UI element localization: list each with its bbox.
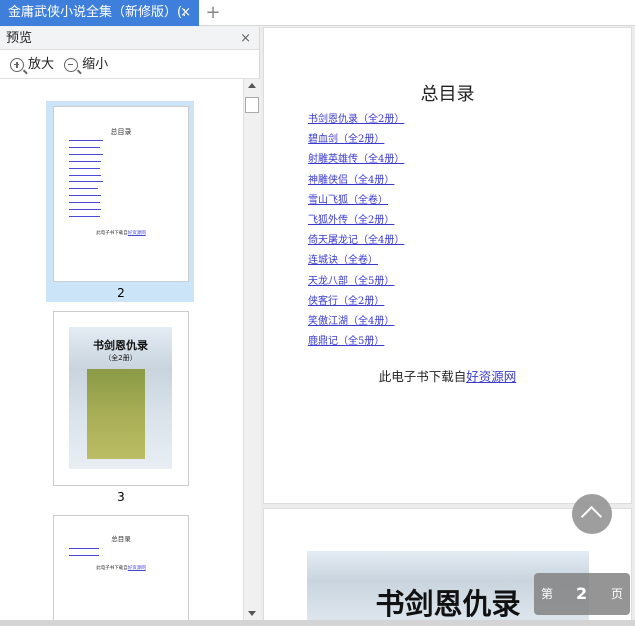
thumb-link <box>69 548 99 549</box>
page-title: 总目录 <box>420 84 475 105</box>
document-tab[interactable]: 金庸武侠小说全集（新修版）(: × <box>0 0 199 26</box>
preview-panel: 预览 × 放大 缩小 总目录 此电子书下载自好资源网 2 书剑恩仇录 （全2册） … <box>0 27 260 620</box>
tab-bar: 金庸武侠小说全集（新修版）(: × + <box>0 0 635 26</box>
thumbnail-page-3[interactable]: 书剑恩仇录 （全2册） <box>53 311 189 486</box>
toc-link[interactable]: 连城诀（全卷） <box>308 251 378 266</box>
close-tab-icon[interactable]: × <box>180 0 191 26</box>
document-view: 总目录 书剑恩仇录（全2册） 碧血剑（全2册） 射雕英雄传（全4册） 神雕侠侣（全4册… <box>261 27 635 620</box>
current-page: 2 <box>576 584 588 603</box>
thumbnail-label: 2 <box>117 286 125 300</box>
page-indicator: 第 2 页 <box>534 573 630 615</box>
toc-link[interactable]: 倚天屠龙记（全4册） <box>308 231 404 246</box>
thumbnail-label: 3 <box>117 490 125 504</box>
document-page-2: 总目录 书剑恩仇录（全2册） 碧血剑（全2册） 射雕英雄传（全4册） 神雕侠侣（全4册… <box>263 27 632 504</box>
thumb-link <box>69 202 100 204</box>
toc-link[interactable]: 神雕侠侣（全4册） <box>308 171 394 186</box>
toc-link[interactable]: 飞狐外传（全2册） <box>308 211 394 226</box>
thumb-link <box>69 181 103 183</box>
book-box-image <box>87 369 145 459</box>
tab-title: 金庸武侠小说全集（新修版）(: <box>8 5 187 20</box>
close-preview-icon[interactable]: × <box>240 27 251 50</box>
thumb-title: 总目录 <box>111 535 131 543</box>
thumb-link <box>69 195 102 197</box>
scroll-down-icon[interactable] <box>248 611 256 616</box>
toc-link[interactable]: 天龙八部（全5册） <box>308 272 394 287</box>
zoom-in-label: 放大 <box>28 57 55 72</box>
thumb-link <box>69 146 100 148</box>
toc-link[interactable]: 碧血剑（全2册） <box>308 130 384 145</box>
scroll-up-icon[interactable] <box>248 83 256 88</box>
thumb-link <box>69 188 99 190</box>
toc-link[interactable]: 书剑恩仇录（全2册） <box>308 110 404 125</box>
preview-title: 预览 <box>6 31 33 46</box>
toc-link[interactable]: 鹿鼎记（全5册） <box>308 332 384 347</box>
toc-link[interactable]: 笑傲江湖（全4册） <box>308 312 394 327</box>
zoom-out-label: 缩小 <box>82 57 109 72</box>
thumb-link <box>69 140 103 141</box>
thumb-link <box>69 555 99 556</box>
thumbnail-list: 总目录 此电子书下载自好资源网 2 书剑恩仇录 （全2册） 3 总目录 此电子书… <box>0 79 243 620</box>
page-footer: 此电子书下载自好资源网 <box>264 366 631 385</box>
thumbnail-page-4[interactable]: 总目录 此电子书下载自好资源网 <box>53 515 189 620</box>
toc-link[interactable]: 雪山飞狐（全卷） <box>308 191 388 206</box>
footer-text: 此电子书下载自 <box>378 369 467 384</box>
zoom-in-button[interactable]: 放大 <box>10 50 54 79</box>
thumb-footer: 此电子书下载自好资源网 <box>96 231 146 236</box>
thumb-link <box>69 215 100 217</box>
thumb-link <box>69 167 100 169</box>
zoom-in-icon <box>10 57 24 72</box>
cover-subtitle: （全2册） <box>104 354 137 362</box>
thumb-title: 总目录 <box>110 128 132 136</box>
thumbnail-page-2[interactable]: 总目录 此电子书下载自好资源网 <box>53 106 189 282</box>
new-tab-button[interactable]: + <box>204 0 222 26</box>
thumbnail-scrollbar[interactable] <box>243 79 260 620</box>
thumb-link <box>69 174 102 176</box>
page-prefix: 第 <box>541 587 554 601</box>
cover-title: 书剑恩仇录 <box>93 339 148 352</box>
book-cover-image: 书剑恩仇录 （全2册） <box>69 327 172 469</box>
scroll-to-top-button[interactable] <box>572 494 612 534</box>
thumb-link <box>69 209 102 210</box>
page-suffix: 页 <box>611 587 624 601</box>
footer-link[interactable]: 好资源网 <box>466 369 516 384</box>
zoom-out-icon <box>64 57 79 72</box>
status-bar <box>0 620 635 626</box>
toc-link[interactable]: 射雕英雄传（全4册） <box>308 150 404 165</box>
scroll-thumb[interactable] <box>245 97 259 113</box>
thumb-link <box>69 160 102 162</box>
zoom-out-button[interactable]: 缩小 <box>64 50 108 79</box>
thumb-footer: 此电子书下载自好资源网 <box>96 566 146 571</box>
toc-link[interactable]: 侠客行（全2册） <box>308 292 384 307</box>
thumb-link <box>69 153 103 155</box>
